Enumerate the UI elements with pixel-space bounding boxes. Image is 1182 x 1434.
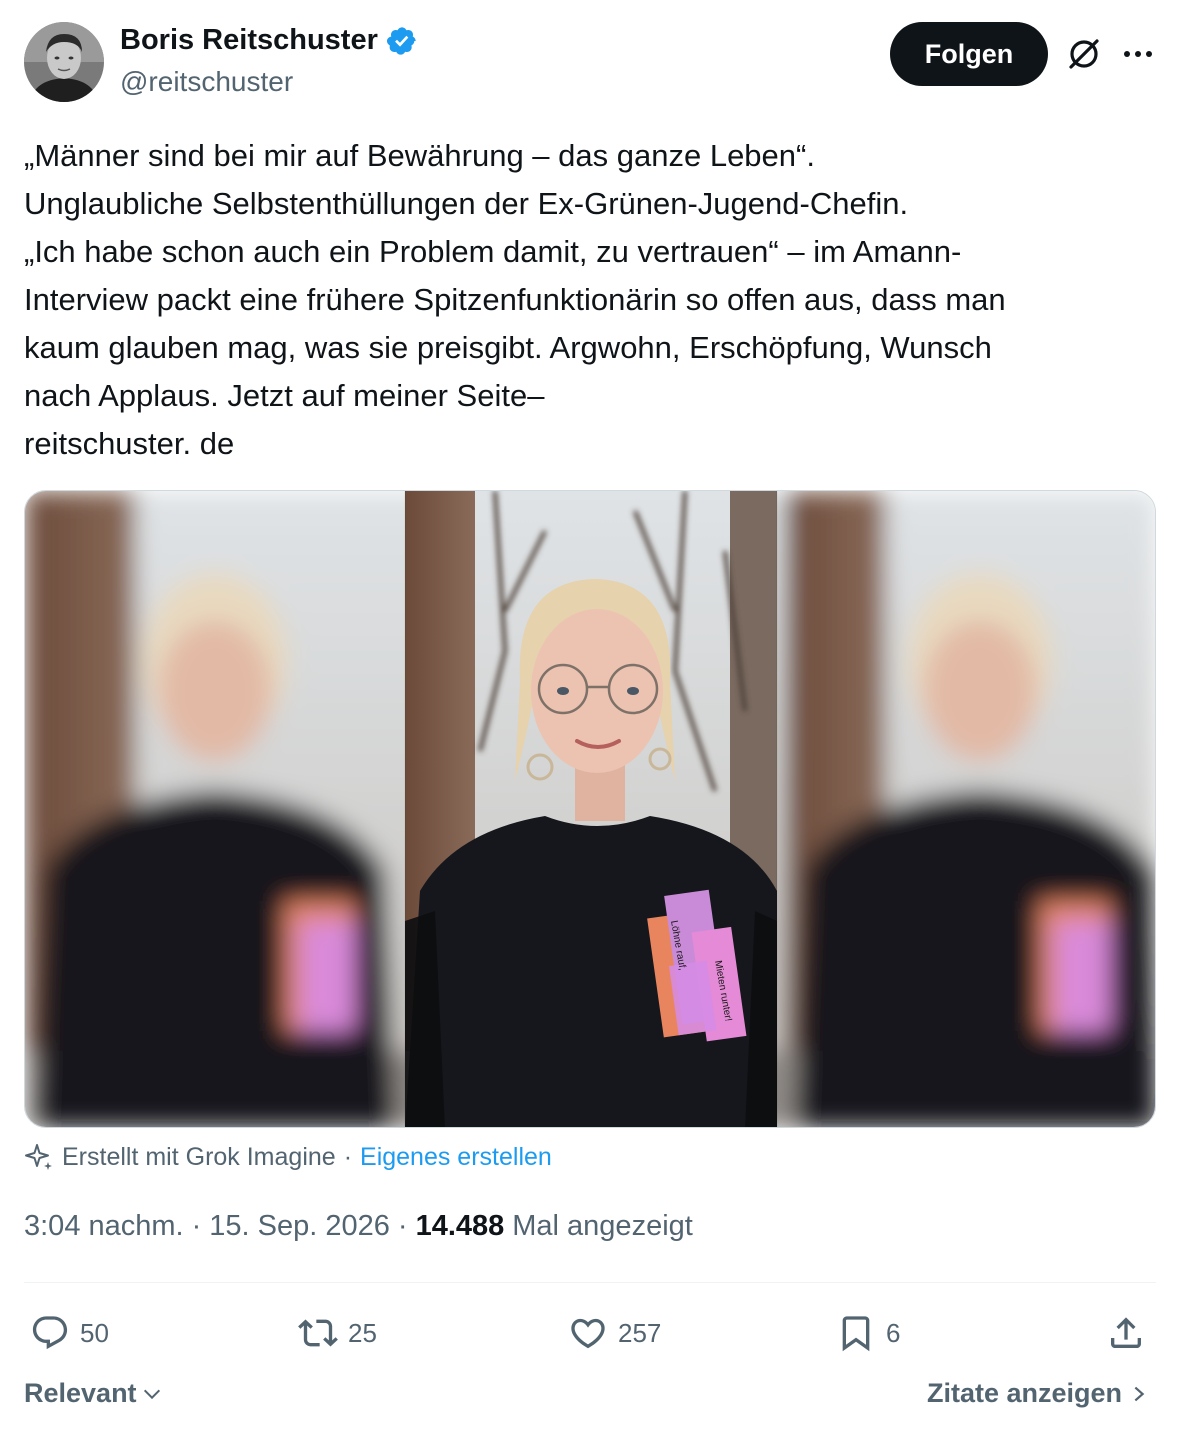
divider [24, 1282, 1156, 1283]
grok-attribution: Erstellt mit Grok Imagine · Eigenes erst… [24, 1142, 552, 1172]
view-quotes-link[interactable]: Zitate anzeigen [927, 1378, 1148, 1409]
author-name-row: Boris Reitschuster [120, 24, 418, 57]
tweet-line: kaum glauben mag, was sie preisgibt. Arg… [24, 330, 992, 365]
avatar[interactable] [24, 22, 104, 102]
reply-button[interactable]: 50 [30, 1306, 109, 1360]
tweet-text: „Männer sind bei mir auf Bewährung – das… [24, 132, 1154, 468]
author-display-name[interactable]: Boris Reitschuster [120, 24, 378, 57]
author-handle[interactable]: @reitschuster [120, 66, 293, 98]
repost-count: 25 [348, 1317, 377, 1348]
grok-separator: · [343, 1142, 353, 1171]
tweet-line: Unglaubliche Selbstenthüllungen der Ex-G… [24, 186, 909, 221]
sort-dropdown[interactable]: Relevant [24, 1378, 163, 1409]
grok-created-text: Erstellt mit Grok Imagine [62, 1142, 336, 1171]
repost-icon [298, 1319, 338, 1347]
photo-illustration: Löhne rauf, Mieten runter! [25, 491, 1155, 1127]
action-bar: 50 25 257 6 [24, 1306, 1156, 1360]
sort-label: Relevant [24, 1378, 137, 1408]
share-button[interactable] [1106, 1306, 1146, 1360]
tweet-header: Boris Reitschuster @reitschuster Folgen [24, 22, 1158, 104]
tweet-link[interactable]: reitschuster. de [24, 420, 1154, 468]
heart-icon [571, 1318, 605, 1349]
tweet-line: nach Applaus. Jetzt auf meiner Seite– [24, 378, 545, 413]
share-icon [1111, 1317, 1141, 1348]
repost-button[interactable]: 25 [298, 1306, 377, 1360]
tweet-line: „Ich habe schon auch ein Problem damit, … [24, 234, 962, 269]
views-label: Mal angezeigt [512, 1210, 693, 1242]
tweet-meta: 3:04 nachm. · 15. Sep. 2026 · 14.488 Mal… [24, 1210, 693, 1243]
bookmark-button[interactable]: 6 [836, 1306, 900, 1360]
more-icon[interactable] [1118, 34, 1158, 74]
chevron-down-icon [143, 1389, 160, 1399]
tweet-time[interactable]: 3:04 nachm. [24, 1210, 184, 1243]
reply-count: 50 [80, 1317, 109, 1348]
tweet-line: Interview packt eine frühere Spitzenfunk… [24, 282, 1006, 317]
grok-icon[interactable] [1064, 34, 1104, 74]
verified-badge-icon [386, 26, 416, 55]
bookmark-count: 6 [886, 1317, 901, 1348]
quotes-label: Zitate anzeigen [926, 1378, 1122, 1408]
like-button[interactable]: 257 [568, 1306, 661, 1360]
tweet-date[interactable]: 15. Sep. 2026 [209, 1210, 390, 1243]
tweet-line: „Männer sind bei mir auf Bewährung – das… [24, 138, 815, 173]
sparkle-icon [25, 1144, 52, 1170]
like-count: 257 [618, 1317, 662, 1348]
meta-separator: · [397, 1210, 408, 1242]
create-own-link[interactable]: Eigenes erstellen [360, 1143, 552, 1172]
chevron-right-icon [1134, 1386, 1145, 1401]
reply-icon [32, 1316, 68, 1350]
view-count: 14.488 [415, 1210, 505, 1242]
meta-separator: · [191, 1210, 202, 1242]
bookmark-icon [842, 1316, 870, 1352]
replies-footer: Relevant Zitate anzeigen [24, 1374, 1156, 1418]
tweet-image[interactable]: Löhne rauf, Mieten runter! [24, 490, 1156, 1128]
follow-button[interactable]: Folgen [890, 22, 1048, 86]
